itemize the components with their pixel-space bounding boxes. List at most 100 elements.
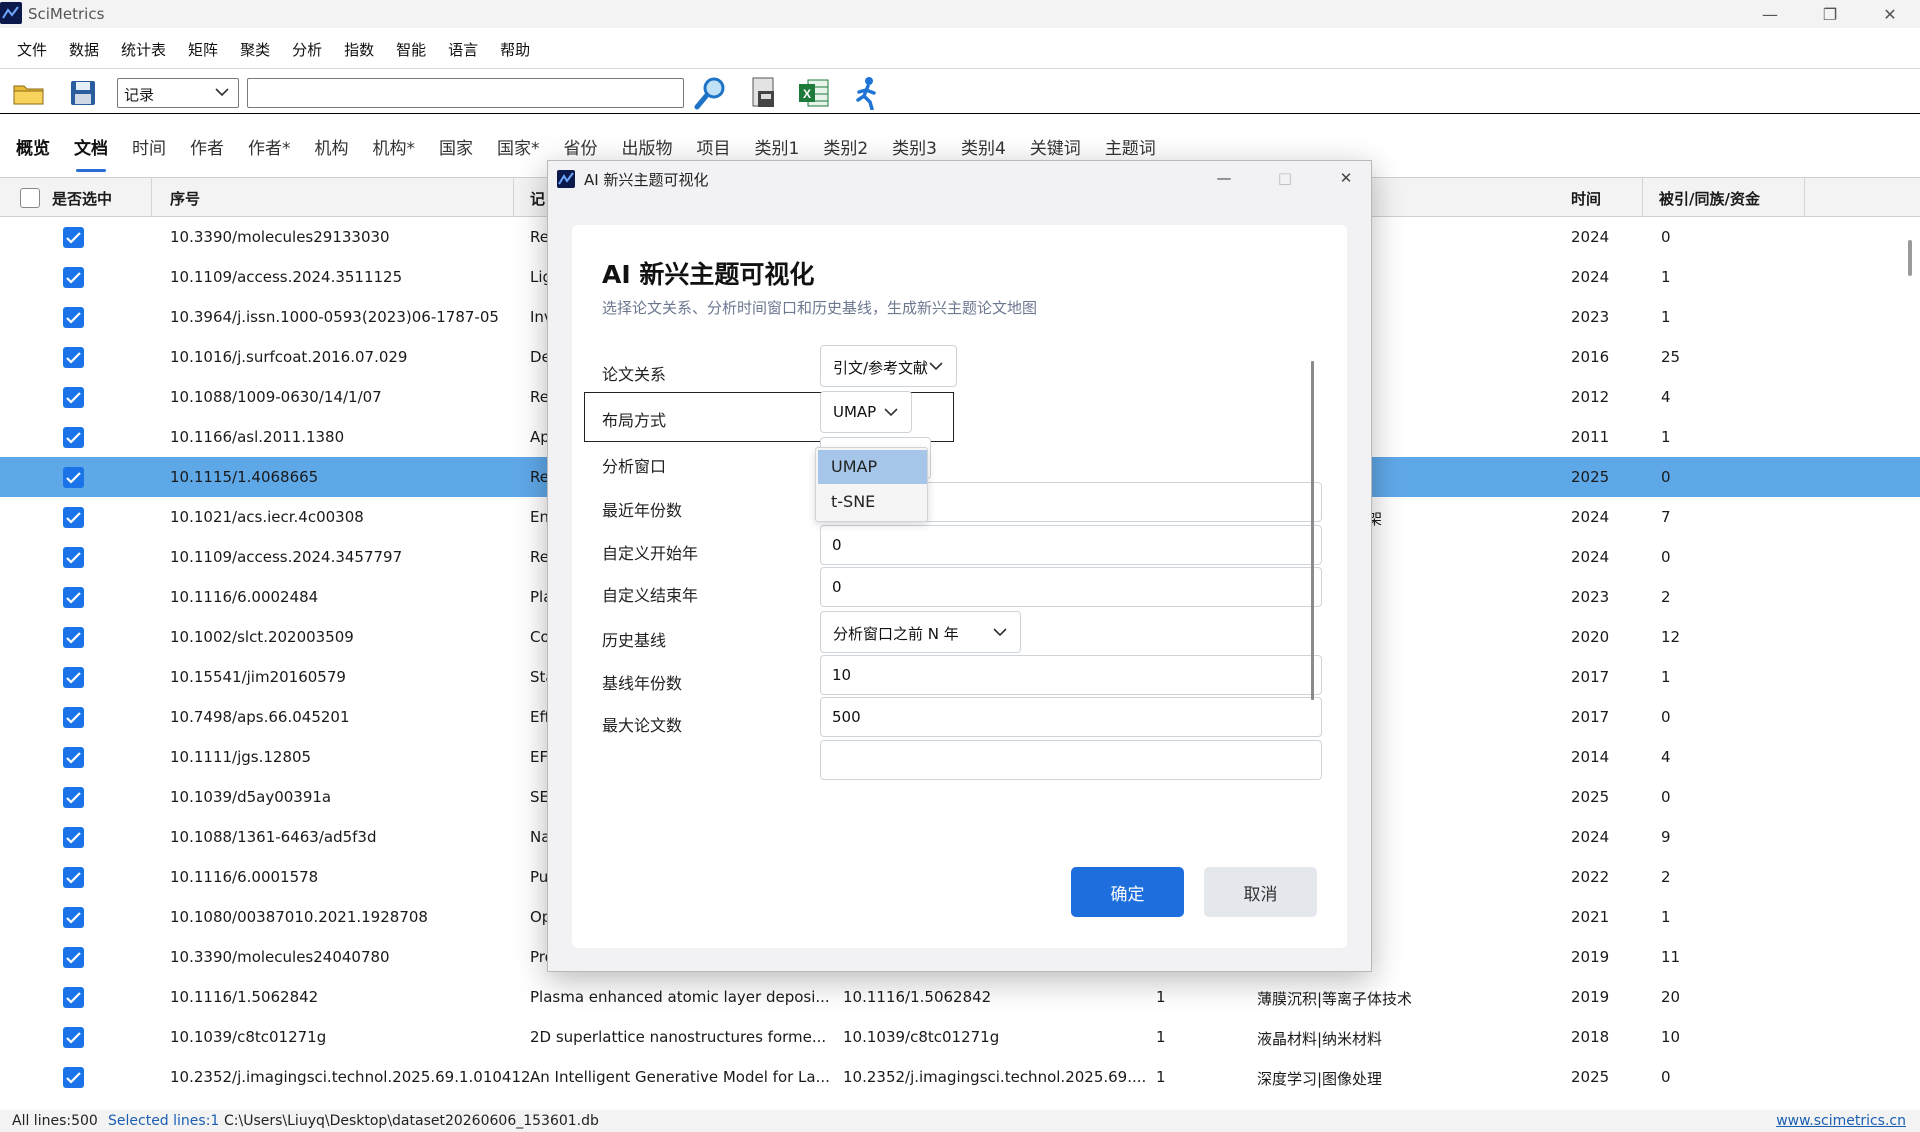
menu-help[interactable]: 帮助 xyxy=(489,39,541,60)
menu-language[interactable]: 语言 xyxy=(437,39,489,60)
minimize-button[interactable]: — xyxy=(1740,0,1800,28)
save-disk-icon[interactable] xyxy=(63,75,103,111)
layout-option-umap[interactable]: UMAP xyxy=(818,450,927,484)
row-title: Plasma enhanced atomic layer deposi... xyxy=(530,988,830,1006)
menu-bar: 文件 数据 统计表 矩阵 聚类 分析 指数 智能 语言 帮助 xyxy=(0,30,541,68)
row-checkbox[interactable] xyxy=(63,387,84,408)
cancel-button[interactable]: 取消 xyxy=(1204,867,1317,917)
chevron-down-icon xyxy=(993,628,1007,637)
row-checkbox[interactable] xyxy=(63,907,84,928)
row-id: 10.1088/1361-6463/ad5f3d xyxy=(170,828,377,846)
row-checkbox[interactable] xyxy=(63,507,84,528)
tab-institution[interactable]: 机构 xyxy=(303,122,361,172)
menu-data[interactable]: 数据 xyxy=(58,39,110,60)
row-year: 2016 xyxy=(1571,348,1610,366)
restore-button[interactable]: ❐ xyxy=(1800,0,1860,28)
form-scrollbar[interactable] xyxy=(1311,361,1314,700)
row-cited: 11 xyxy=(1661,948,1681,966)
close-window-button[interactable]: ✕ xyxy=(1860,0,1920,28)
next-field-input[interactable] xyxy=(820,740,1322,780)
table-row[interactable]: 10.1039/c8tc01271g 2D superlattice nanost… xyxy=(0,1017,1920,1057)
chevron-down-icon xyxy=(929,362,943,371)
run-person-icon[interactable] xyxy=(847,75,887,111)
menu-intelligence[interactable]: 智能 xyxy=(385,39,437,60)
tab-time[interactable]: 时间 xyxy=(120,122,178,172)
chevron-down-icon xyxy=(884,408,898,417)
row-checkbox[interactable] xyxy=(63,267,84,288)
row-checkbox[interactable] xyxy=(63,587,84,608)
baseline-select[interactable]: 分析窗口之前 N 年 xyxy=(820,611,1021,653)
row-checkbox[interactable] xyxy=(63,747,84,768)
row-checkbox[interactable] xyxy=(63,227,84,248)
dialog-heading: AI 新兴主题可视化 xyxy=(602,260,815,289)
row-year: 2024 xyxy=(1571,268,1610,286)
select-all-checkbox[interactable] xyxy=(20,188,40,208)
menu-file[interactable]: 文件 xyxy=(6,39,58,60)
layout-option-tsne[interactable]: t-SNE xyxy=(818,485,927,519)
row-checkbox[interactable] xyxy=(63,987,84,1008)
search-magnifier-icon[interactable] xyxy=(691,75,731,111)
row-checkbox[interactable] xyxy=(63,1067,84,1088)
start-year-input[interactable]: 0 xyxy=(820,525,1322,565)
table-row[interactable]: 10.2352/j.imagingsci.technol.2025.69.1.0… xyxy=(0,1057,1920,1097)
layout-select[interactable]: UMAP xyxy=(820,391,912,433)
row-checkbox[interactable] xyxy=(63,827,84,848)
row-checkbox[interactable] xyxy=(63,627,84,648)
tab-overview[interactable]: 概览 xyxy=(4,122,62,172)
row-year: 2022 xyxy=(1571,868,1610,886)
search-input[interactable] xyxy=(247,78,684,108)
menu-cluster[interactable]: 聚类 xyxy=(229,39,281,60)
tab-author[interactable]: 作者 xyxy=(178,122,236,172)
row-year: 2017 xyxy=(1571,668,1610,686)
table-row[interactable]: 10.1116/1.5062842 Plasma enhanced atomic … xyxy=(0,977,1920,1017)
confirm-button[interactable]: 确定 xyxy=(1071,867,1184,917)
max-papers-input[interactable]: 500 xyxy=(820,697,1322,737)
row-checkbox[interactable] xyxy=(63,307,84,328)
row-checkbox[interactable] xyxy=(63,667,84,688)
row-checkbox[interactable] xyxy=(63,867,84,888)
tab-country[interactable]: 国家 xyxy=(427,122,485,172)
toolbar: 记录 X xyxy=(0,70,1920,114)
relation-select[interactable]: 引文/参考文献 xyxy=(820,345,957,387)
row-year: 2019 xyxy=(1571,948,1610,966)
row-checkbox[interactable] xyxy=(63,427,84,448)
menu-stats[interactable]: 统计表 xyxy=(110,39,177,60)
dialog-titlebar: AI 新兴主题可视化 — □ ✕ xyxy=(548,161,1371,195)
column-header-id[interactable]: 序号 xyxy=(152,178,514,216)
row-checkbox[interactable] xyxy=(63,947,84,968)
row-title: Pu xyxy=(530,868,549,886)
row-id: 10.1109/access.2024.3511125 xyxy=(170,268,403,286)
baseline-years-input[interactable]: 10 xyxy=(820,655,1322,695)
row-checkbox[interactable] xyxy=(63,547,84,568)
status-file-path: C:\Users\Liuyq\Desktop\dataset20260606_1… xyxy=(224,1113,599,1129)
open-folder-icon[interactable] xyxy=(9,75,49,111)
menu-matrix[interactable]: 矩阵 xyxy=(177,39,229,60)
row-checkbox[interactable] xyxy=(63,347,84,368)
tab-institution-star[interactable]: 机构* xyxy=(361,122,428,172)
export-document-icon[interactable] xyxy=(744,75,784,111)
dialog-minimize-button[interactable]: — xyxy=(1201,163,1247,193)
record-type-select[interactable]: 记录 xyxy=(117,78,239,108)
row-count: 1 xyxy=(1156,1028,1166,1046)
dialog-close-button[interactable]: ✕ xyxy=(1323,163,1369,193)
menu-index[interactable]: 指数 xyxy=(333,39,385,60)
tab-documents[interactable]: 文档 xyxy=(62,122,120,172)
row-checkbox[interactable] xyxy=(63,787,84,808)
dialog-subtitle: 选择论文关系、分析时间窗口和历史基线，生成新兴主题论文地图 xyxy=(602,299,1038,317)
table-scrollbar[interactable] xyxy=(1908,240,1912,276)
excel-icon[interactable]: X xyxy=(794,75,834,111)
row-checkbox[interactable] xyxy=(63,707,84,728)
column-header-time[interactable]: 时间 xyxy=(1555,178,1643,216)
website-link[interactable]: www.scimetrics.cn xyxy=(1776,1113,1906,1129)
tab-author-star[interactable]: 作者* xyxy=(236,122,303,172)
end-year-input[interactable]: 0 xyxy=(820,567,1322,607)
column-header-cited[interactable]: 被引/同族/资金 xyxy=(1643,178,1805,216)
row-cited: 12 xyxy=(1661,628,1681,646)
tab-country-star[interactable]: 国家* xyxy=(485,122,552,172)
row-cited: 9 xyxy=(1661,828,1671,846)
row-checkbox[interactable] xyxy=(63,1027,84,1048)
row-cited: 1 xyxy=(1661,908,1671,926)
row-checkbox[interactable] xyxy=(63,467,84,488)
menu-analysis[interactable]: 分析 xyxy=(281,39,333,60)
row-cited: 0 xyxy=(1661,548,1671,566)
